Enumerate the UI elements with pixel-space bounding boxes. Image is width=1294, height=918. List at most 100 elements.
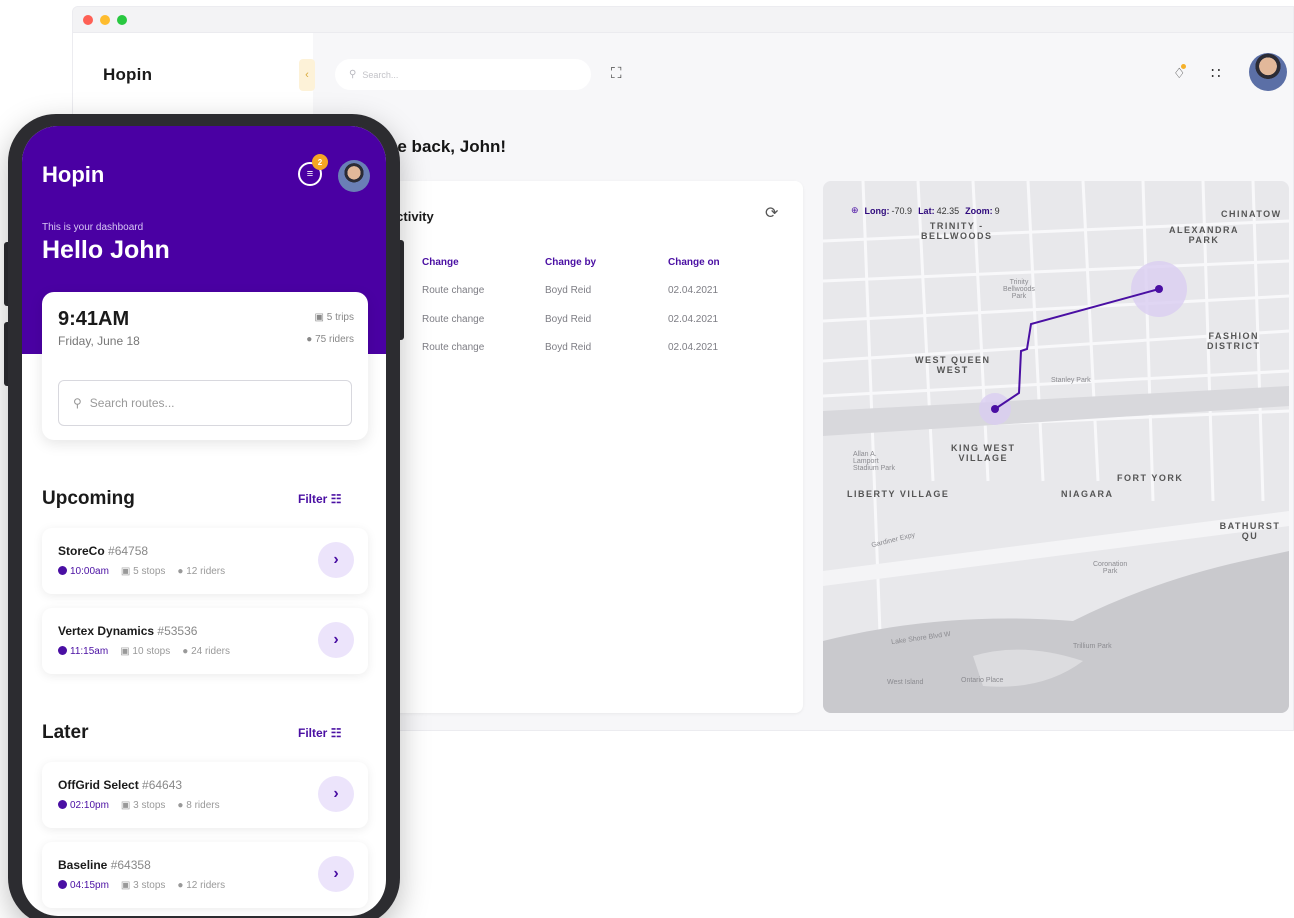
filter-button[interactable]: Filter ☷ [298, 492, 341, 506]
rider-icon: ● [177, 880, 187, 891]
table-cell: Boyd Reid [545, 342, 592, 353]
search-icon: ⚲ [73, 396, 82, 410]
chevron-right-icon[interactable]: › [318, 542, 354, 578]
rider-icon: ● [306, 334, 316, 345]
close-window-button[interactable] [83, 15, 93, 25]
route-map[interactable]: ⊕ Long: -70.9 Lat: 42.35 Zoom: 9 TRINITY - … [823, 181, 1289, 713]
maximize-window-button[interactable] [117, 15, 127, 25]
trip-card[interactable]: Baseline #64358 04:15pm ▣ 3 stops ● 12 r… [42, 842, 368, 908]
chevron-right-icon[interactable]: › [318, 622, 354, 658]
riders-label: 75 riders [315, 334, 354, 345]
table-cell: Route change [422, 285, 485, 296]
later-heading: Later [42, 722, 89, 743]
search-placeholder: Search... [362, 69, 399, 80]
trip-name: StoreCo #64758 [58, 544, 148, 558]
trip-name: OffGrid Select #64643 [58, 778, 182, 792]
table-cell: Route change [422, 314, 485, 325]
map-label: Trinity Bellwoods Park [1003, 279, 1035, 300]
trip-id: #64643 [142, 778, 183, 792]
avatar[interactable] [1249, 53, 1287, 91]
map-label: West Island [887, 679, 924, 686]
upcoming-heading: Upcoming [42, 488, 135, 509]
lat-label: Lat: [918, 205, 935, 216]
trip-company: OffGrid Select [58, 778, 139, 792]
dashboard-subtitle: This is your dashboard [42, 222, 144, 233]
expand-icon[interactable]: ⛶ [611, 65, 622, 82]
trip-stops: 3 stops [133, 880, 166, 891]
map-label: Ontario Place [961, 677, 1004, 684]
trip-company: Vertex Dynamics [58, 624, 155, 638]
trip-stops: 10 stops [132, 646, 171, 657]
filter-label: Filter [298, 492, 328, 506]
trip-riders: 24 riders [191, 646, 230, 657]
apps-icon[interactable]: ∷ [1211, 64, 1221, 82]
column-header-change-on[interactable]: Change on [668, 257, 720, 268]
trip-stops: 3 stops [133, 800, 166, 811]
chevron-right-icon[interactable]: › [318, 856, 354, 892]
activity-card: t activity ⟳ Change Change by Change on … [373, 181, 803, 713]
trips-count: ▣ 5 trips [315, 312, 354, 323]
trip-card[interactable]: OffGrid Select #64643 02:10pm ▣ 3 stops … [42, 762, 368, 828]
map-label: Coronation Park [1093, 561, 1128, 575]
clock-icon [58, 880, 67, 889]
globe-icon: ⊕ [851, 205, 859, 215]
column-header-change-by[interactable]: Change by [545, 257, 596, 268]
bus-icon: ▣ [120, 566, 134, 577]
zoom-label: Zoom: [965, 205, 993, 216]
table-cell: Route change [422, 342, 485, 353]
trip-riders: 12 riders [186, 566, 226, 577]
map-streets [823, 181, 1289, 713]
bus-icon: ▣ [120, 646, 133, 657]
map-label: CHINATOW [1221, 209, 1282, 219]
bell-icon[interactable]: ♢ [1173, 64, 1186, 82]
page-title: ne back, John! [387, 137, 507, 156]
chevron-left-icon[interactable]: ‹ [299, 59, 315, 91]
refresh-icon[interactable]: ⟳ [765, 203, 778, 223]
trip-stops: 5 stops [133, 566, 166, 577]
trip-time: 04:15pm [70, 880, 109, 891]
map-label: Trillium Park [1073, 643, 1112, 650]
avatar[interactable] [338, 160, 370, 192]
trip-meta: 11:15am ▣ 10 stops ● 24 riders [58, 646, 230, 657]
trip-meta: 02:10pm ▣ 3 stops ● 8 riders [58, 800, 220, 811]
route-search-input[interactable]: ⚲ Search routes... [58, 380, 352, 426]
table-cell: Boyd Reid [545, 285, 592, 296]
map-label: LIBERTY VILLAGE [847, 489, 950, 499]
trip-riders: 12 riders [186, 880, 226, 891]
clock-icon [58, 566, 67, 575]
chevron-right-icon[interactable]: › [318, 776, 354, 812]
bus-icon: ▣ [314, 312, 327, 323]
zoom-value: 9 [994, 205, 1000, 216]
minimize-window-button[interactable] [100, 15, 110, 25]
map-label: BATHURST QU [1219, 521, 1281, 541]
trip-company: StoreCo [58, 544, 105, 558]
table-cell: 02.04.2021 [668, 285, 719, 296]
filter-icon: ☷ [330, 492, 342, 506]
map-label: TRINITY - BELLWOODS [921, 221, 993, 241]
table-cell: 02.04.2021 [668, 314, 719, 325]
trips-label: 5 trips [326, 312, 354, 323]
notification-dot [1181, 64, 1186, 69]
sidebar-logo: Hopin [103, 65, 153, 84]
trip-name: Vertex Dynamics #53536 [58, 624, 197, 638]
rider-icon: ● [177, 800, 187, 811]
map-label: NIAGARA [1061, 489, 1114, 499]
window-titlebar [73, 7, 1293, 33]
map-label: WEST QUEEN WEST [915, 355, 991, 375]
table-cell: Boyd Reid [545, 314, 592, 325]
search-input[interactable]: ⚲ Search... [335, 59, 591, 90]
table-cell: 02.04.2021 [668, 342, 719, 353]
trip-card[interactable]: StoreCo #64758 10:00am ▣ 5 stops ● 12 ri… [42, 528, 368, 594]
search-icon: ⚲ [349, 69, 357, 80]
current-date: Friday, June 18 [58, 334, 140, 348]
phone-frame: Hopin ≡ 2 This is your dashboard Hello J… [8, 114, 400, 918]
phone-logo: Hopin [42, 162, 105, 187]
long-value: -70.9 [891, 205, 913, 216]
bus-icon: ▣ [120, 880, 134, 891]
trip-time: 11:15am [70, 646, 109, 657]
filter-button[interactable]: Filter ☷ [298, 726, 341, 740]
trip-card[interactable]: Vertex Dynamics #53536 11:15am ▣ 10 stop… [42, 608, 368, 674]
clock-icon [58, 646, 67, 655]
map-label: ALEXANDRA PARK [1169, 225, 1240, 245]
column-header-change[interactable]: Change [422, 257, 459, 268]
